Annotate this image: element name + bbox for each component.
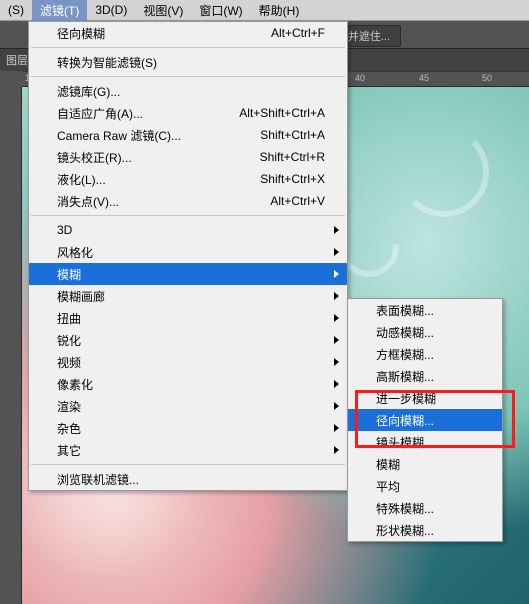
menu-item-render[interactable]: 渲染	[29, 395, 347, 417]
menu-item-shortcut: Shift+Ctrl+R	[260, 150, 325, 164]
menu-filter[interactable]: 滤镜(T)	[32, 0, 87, 22]
menu-separator	[31, 76, 345, 77]
menu-item-sharpen[interactable]: 锐化	[29, 329, 347, 351]
menu-item-blur[interactable]: 模糊	[29, 263, 347, 285]
submenu-arrow-icon	[334, 380, 339, 388]
menu-item-label: 视频	[57, 354, 325, 371]
menu-item-label: 动感模糊...	[376, 324, 480, 341]
filter-menu: 径向模糊 Alt+Ctrl+F 转换为智能滤镜(S) 滤镜库(G)... 自适应…	[28, 21, 348, 491]
menu-item-pixelate[interactable]: 像素化	[29, 373, 347, 395]
menu-item-label: 其它	[57, 442, 325, 459]
menu-item-3d[interactable]: 3D	[29, 219, 347, 241]
submenu-arrow-icon	[334, 446, 339, 454]
menu-item-other[interactable]: 其它	[29, 439, 347, 461]
submenu-item-lens-blur[interactable]: 镜头模糊...	[348, 431, 502, 453]
menu-item-label: 液化(L)...	[57, 171, 236, 188]
menu-item-video[interactable]: 视频	[29, 351, 347, 373]
menu-item-label: 形状模糊...	[376, 522, 480, 539]
submenu-item-box-blur[interactable]: 方框模糊...	[348, 343, 502, 365]
menu-item-label: 方框模糊...	[376, 346, 480, 363]
menu-3d[interactable]: 3D(D)	[87, 0, 135, 20]
submenu-item-radial-blur[interactable]: 径向模糊...	[348, 409, 502, 431]
menu-item-label: 表面模糊...	[376, 302, 480, 319]
submenu-arrow-icon	[334, 292, 339, 300]
menu-item-label: 进一步模糊	[376, 390, 480, 407]
submenu-item-blur-more[interactable]: 进一步模糊	[348, 387, 502, 409]
menu-item-label: 渲染	[57, 398, 325, 415]
menu-help[interactable]: 帮助(H)	[251, 0, 308, 22]
menu-view[interactable]: 视图(V)	[135, 0, 191, 22]
submenu-item-shape-blur[interactable]: 形状模糊...	[348, 519, 502, 541]
submenu-item-surface-blur[interactable]: 表面模糊...	[348, 299, 502, 321]
ruler-vertical	[0, 87, 22, 604]
menu-item-label: 高斯模糊...	[376, 368, 480, 385]
submenu-arrow-icon	[334, 358, 339, 366]
menu-item-browse-online[interactable]: 浏览联机滤镜...	[29, 468, 347, 490]
submenu-item-motion-blur[interactable]: 动感模糊...	[348, 321, 502, 343]
menubar-prefix: (S)	[0, 0, 32, 20]
menu-item-label: 扭曲	[57, 310, 325, 327]
menu-item-label: 转换为智能滤镜(S)	[57, 54, 325, 71]
blur-submenu: 表面模糊... 动感模糊... 方框模糊... 高斯模糊... 进一步模糊 径向…	[347, 298, 503, 542]
menu-item-label: 像素化	[57, 376, 325, 393]
menu-separator	[31, 47, 345, 48]
menu-item-label: 风格化	[57, 244, 325, 261]
menu-item-label: 特殊模糊...	[376, 500, 480, 517]
menu-item-camera-raw[interactable]: Camera Raw 滤镜(C)... Shift+Ctrl+A	[29, 124, 347, 146]
menu-item-liquify[interactable]: 液化(L)... Shift+Ctrl+X	[29, 168, 347, 190]
submenu-arrow-icon	[334, 314, 339, 322]
menu-item-vanishing-point[interactable]: 消失点(V)... Alt+Ctrl+V	[29, 190, 347, 212]
menu-item-stylize[interactable]: 风格化	[29, 241, 347, 263]
menu-item-shortcut: Shift+Ctrl+A	[260, 128, 325, 142]
menu-item-label: 径向模糊...	[376, 412, 480, 429]
menu-item-noise[interactable]: 杂色	[29, 417, 347, 439]
menu-item-shortcut: Alt+Ctrl+F	[271, 26, 325, 40]
submenu-item-average[interactable]: 平均	[348, 475, 502, 497]
menu-item-label: 镜头校正(R)...	[57, 149, 236, 166]
submenu-arrow-icon	[334, 424, 339, 432]
submenu-arrow-icon	[334, 336, 339, 344]
menu-item-adaptive-wide[interactable]: 自适应广角(A)... Alt+Shift+Ctrl+A	[29, 102, 347, 124]
menu-item-distort[interactable]: 扭曲	[29, 307, 347, 329]
menu-item-label: 浏览联机滤镜...	[57, 471, 325, 488]
submenu-arrow-icon	[334, 226, 339, 234]
document-tab[interactable]: 图层	[6, 52, 28, 68]
menu-item-filter-gallery[interactable]: 滤镜库(G)...	[29, 80, 347, 102]
menubar: (S) 滤镜(T) 3D(D) 视图(V) 窗口(W) 帮助(H)	[0, 0, 529, 21]
submenu-arrow-icon	[334, 248, 339, 256]
menu-item-label: 平均	[376, 478, 480, 495]
menu-item-label: Camera Raw 滤镜(C)...	[57, 127, 236, 144]
menu-item-last-filter[interactable]: 径向模糊 Alt+Ctrl+F	[29, 22, 347, 44]
menu-item-convert-smart[interactable]: 转换为智能滤镜(S)	[29, 51, 347, 73]
menu-item-label: 镜头模糊...	[376, 434, 480, 451]
menu-item-blur-gallery[interactable]: 模糊画廊	[29, 285, 347, 307]
menu-item-shortcut: Alt+Shift+Ctrl+A	[239, 106, 325, 120]
submenu-arrow-icon	[334, 402, 339, 410]
menu-separator	[31, 215, 345, 216]
menu-item-label: 滤镜库(G)...	[57, 83, 325, 100]
submenu-item-gaussian-blur[interactable]: 高斯模糊...	[348, 365, 502, 387]
menu-item-label: 径向模糊	[57, 25, 247, 42]
submenu-arrow-icon	[334, 270, 339, 278]
menu-separator	[31, 464, 345, 465]
menu-item-label: 自适应广角(A)...	[57, 105, 215, 122]
menu-item-lens-correction[interactable]: 镜头校正(R)... Shift+Ctrl+R	[29, 146, 347, 168]
menu-item-label: 模糊画廊	[57, 288, 325, 305]
menu-item-label: 模糊	[376, 456, 480, 473]
menu-item-shortcut: Alt+Ctrl+V	[270, 194, 325, 208]
menu-item-label: 模糊	[57, 266, 325, 283]
menu-item-label: 锐化	[57, 332, 325, 349]
submenu-item-blur[interactable]: 模糊	[348, 453, 502, 475]
menu-item-label: 杂色	[57, 420, 325, 437]
menu-item-label: 3D	[57, 223, 325, 237]
menu-window[interactable]: 窗口(W)	[191, 0, 250, 22]
menu-item-label: 消失点(V)...	[57, 193, 246, 210]
menu-item-shortcut: Shift+Ctrl+X	[260, 172, 325, 186]
submenu-item-smart-blur[interactable]: 特殊模糊...	[348, 497, 502, 519]
